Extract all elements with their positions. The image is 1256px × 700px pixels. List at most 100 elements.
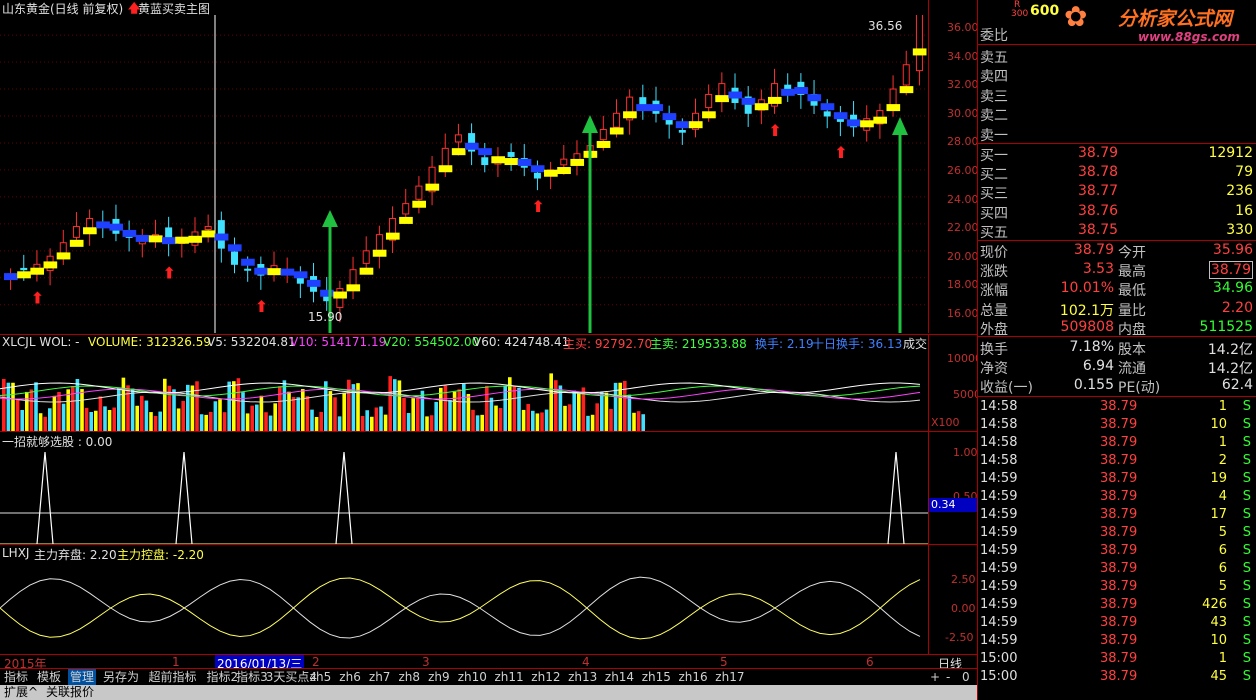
buy-label: 买二 bbox=[980, 167, 1008, 184]
tick-time: 14:59 bbox=[980, 543, 1018, 558]
price-tick: 34.00 bbox=[947, 49, 979, 63]
tab-item[interactable]: zh9 bbox=[426, 669, 452, 685]
related-quotes-button[interactable]: 关联报价 bbox=[46, 685, 94, 700]
price-tick: 18.00 bbox=[947, 278, 979, 292]
volume-bar bbox=[117, 387, 121, 432]
buy-row[interactable]: 买五 38.75 330 bbox=[978, 221, 1256, 241]
sell-row: 卖五 bbox=[978, 46, 1256, 66]
volume-bar bbox=[195, 381, 199, 432]
tab-item[interactable]: zh17 bbox=[713, 669, 746, 685]
sell-label: 卖五 bbox=[980, 50, 1008, 66]
lh-tick-0: 0.00 bbox=[951, 602, 976, 615]
tab-item[interactable]: 指标 bbox=[2, 669, 30, 685]
tick-side: S bbox=[1242, 633, 1251, 648]
trend-band bbox=[570, 158, 585, 166]
buy-price: 38.76 bbox=[1078, 202, 1119, 219]
price-chart[interactable]: ⬆ ⬆ ⬆ ⬆ ⬆ ⬆ bbox=[0, 15, 928, 333]
volume-bar bbox=[209, 411, 213, 432]
candle-body bbox=[362, 250, 370, 264]
buy-row[interactable]: 买二 38.78 79 bbox=[978, 163, 1256, 184]
tick-price: 38.79 bbox=[1100, 615, 1138, 630]
tab-minus[interactable]: - bbox=[946, 669, 950, 685]
tab-item[interactable]: zh14 bbox=[603, 669, 636, 685]
volume-bar bbox=[411, 398, 415, 432]
buy-arrow-icon: ⬆ bbox=[255, 297, 268, 316]
candle-body bbox=[678, 130, 686, 133]
tick-row: 14:59 38.79 4 S bbox=[978, 488, 1256, 507]
volume-bar bbox=[305, 396, 310, 432]
quote-value: 102.1万 bbox=[1059, 302, 1114, 319]
tick-price: 38.79 bbox=[1100, 435, 1138, 450]
trend-band bbox=[649, 104, 664, 112]
volume-bar bbox=[236, 378, 241, 432]
tab-item[interactable]: 超前指标 bbox=[147, 669, 199, 685]
trend-band bbox=[30, 267, 45, 275]
tab-item[interactable]: zh8 bbox=[397, 669, 423, 685]
tab-item[interactable]: zh10 bbox=[456, 669, 489, 685]
quote-value-2: 2.20 bbox=[1221, 299, 1253, 316]
candle-body bbox=[612, 112, 620, 128]
trend-band bbox=[306, 279, 321, 287]
volume-bar bbox=[172, 389, 176, 432]
tick-price: 38.79 bbox=[1100, 417, 1138, 432]
volume-bar bbox=[406, 413, 411, 432]
trend-band bbox=[17, 271, 31, 279]
tick-price: 38.79 bbox=[1100, 399, 1138, 414]
signal-chart bbox=[0, 451, 928, 545]
tab-item[interactable]: zh7 bbox=[367, 669, 393, 685]
tab-item[interactable]: zh13 bbox=[566, 669, 599, 685]
volume-pane[interactable]: XLCJL WOL: - VOLUME: 312326.59 V5: 53220… bbox=[0, 334, 928, 432]
quote-label: 涨幅 bbox=[980, 283, 1008, 300]
tab-item[interactable]: zh12 bbox=[529, 669, 562, 685]
candle-body bbox=[560, 158, 568, 166]
lhxj-pane[interactable]: LHXJ 主力弃盘: 2.20 主力控盘: -2.20 bbox=[0, 544, 928, 655]
volume-bar bbox=[103, 406, 107, 432]
trend-band bbox=[794, 87, 808, 95]
volume-bar bbox=[296, 397, 300, 432]
tab-item[interactable]: 另存为 bbox=[101, 669, 141, 685]
tab-item[interactable]: zh11 bbox=[493, 669, 526, 685]
trend-band bbox=[504, 158, 519, 166]
tab-item[interactable]: 管理 bbox=[68, 669, 97, 685]
tab-zero[interactable]: 0 bbox=[962, 669, 970, 685]
trend-band bbox=[135, 234, 150, 242]
expand-button[interactable]: 扩展^ bbox=[4, 685, 38, 700]
tick-row: 14:59 38.79 19 S bbox=[978, 470, 1256, 489]
buy-row[interactable]: 买四 38.76 16 bbox=[978, 202, 1256, 222]
volume-bar bbox=[71, 386, 75, 432]
tab-item[interactable]: 模板 bbox=[35, 669, 63, 685]
volume-bar bbox=[264, 412, 268, 432]
volume-bar bbox=[402, 397, 406, 432]
tab-item[interactable]: zh16 bbox=[677, 669, 710, 685]
sell-label: 卖二 bbox=[980, 108, 1008, 125]
buy-row[interactable]: 买三 38.77 236 bbox=[978, 182, 1256, 202]
main-chart-pane[interactable]: ⬆ ⬆ ⬆ ⬆ ⬆ ⬆ 36.56 15.90 bbox=[0, 15, 928, 333]
candle-body bbox=[507, 152, 515, 157]
trend-band bbox=[201, 230, 216, 238]
tick-price: 38.79 bbox=[1100, 543, 1138, 558]
indicator-tab-bar: 指标 模板 管理 另存为 超前指标 指标2 指标3 3天买点4 zh5 zh6 zh7 zh8 zh9 z… bbox=[0, 668, 977, 685]
tick-time: 14:59 bbox=[980, 633, 1018, 648]
candle-body bbox=[402, 203, 410, 215]
buy-row[interactable]: 买一 38.79 12912 bbox=[978, 144, 1256, 164]
tick-time: 14:58 bbox=[980, 453, 1018, 468]
signal-pane[interactable]: 一招就够选股 : 0.00 bbox=[0, 431, 928, 545]
tab-plus[interactable]: + bbox=[930, 669, 940, 685]
buy-arrow-icon: ⬆ bbox=[163, 263, 176, 282]
tick-price: 38.79 bbox=[1100, 669, 1138, 684]
tick-volume: 4 bbox=[1218, 489, 1227, 504]
tick-row: 14:58 38.79 2 S bbox=[978, 452, 1256, 471]
tab-item[interactable]: zh15 bbox=[640, 669, 673, 685]
tab-item[interactable]: zh6 bbox=[337, 669, 363, 685]
trend-band bbox=[675, 121, 690, 129]
trend-band bbox=[214, 233, 229, 241]
tab-item[interactable]: zh5 bbox=[308, 669, 334, 685]
volume-bar bbox=[218, 399, 222, 432]
quote-row: 外盘 509808 内盘 511525 bbox=[978, 318, 1256, 338]
volume-bar bbox=[333, 397, 337, 432]
quote-label: 现价 bbox=[980, 245, 1008, 261]
candle-body bbox=[454, 134, 462, 143]
volume-bar bbox=[52, 395, 57, 432]
volume-bar bbox=[627, 394, 632, 432]
signal-spike bbox=[887, 451, 905, 545]
